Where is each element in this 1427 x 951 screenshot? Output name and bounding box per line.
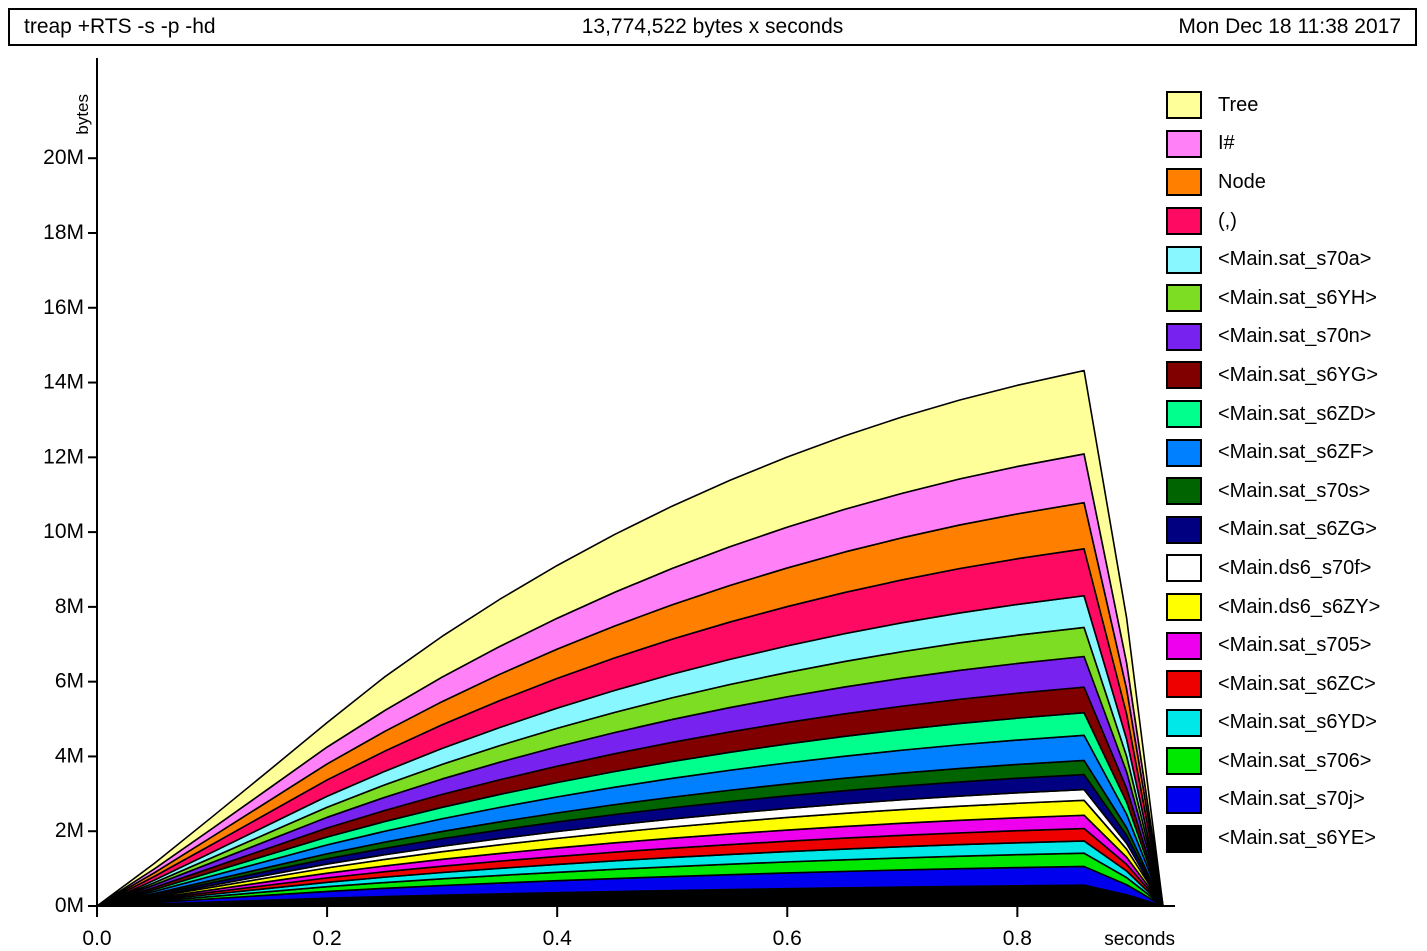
y-tick-label: 0M (55, 894, 84, 917)
legend-item[interactable]: <Main.sat_s6YD> (1166, 704, 1427, 743)
legend-swatch-icon (1166, 400, 1202, 429)
legend-item-label: <Main.sat_s6YD> (1218, 711, 1377, 734)
heap-profile-page: treap +RTS -s -p -hd 13,774,522 bytes x … (0, 0, 1427, 951)
legend-item[interactable]: <Main.sat_s6YG> (1166, 356, 1427, 395)
legend-swatch-icon (1166, 785, 1202, 814)
legend-item[interactable]: <Main.sat_s6ZF> (1166, 433, 1427, 472)
legend-item[interactable]: <Main.sat_s70a> (1166, 240, 1427, 279)
legend-swatch-icon (1166, 554, 1202, 583)
legend-item[interactable]: (,) (1166, 202, 1427, 241)
legend-item-label: <Main.sat_s6ZG> (1218, 518, 1377, 541)
legend-item[interactable]: Tree (1166, 86, 1427, 125)
legend-item-label: <Main.ds6_s6ZY> (1218, 595, 1381, 618)
x-tick-label: 0.4 (543, 927, 573, 950)
legend-item[interactable]: <Main.sat_s6ZD> (1166, 395, 1427, 434)
legend-swatch-icon (1166, 168, 1202, 197)
legend-item-label: <Main.sat_s6YE> (1218, 827, 1376, 850)
x-tick-label: 0.0 (82, 927, 111, 950)
legend-item-label: (,) (1218, 209, 1237, 232)
x-tick-label: 0.8 (1003, 927, 1032, 950)
header-total-label: 13,774,522 bytes x seconds (581, 15, 844, 38)
legend-item-label: <Main.sat_s6ZC> (1218, 672, 1376, 695)
legend-item[interactable]: I# (1166, 125, 1427, 164)
stacked-area-chart: 0M 2M 4M 6M 8M 10M 12M 14M 16M 18M 20M 0.0 0.2 0.4 0.6… (43, 58, 1175, 950)
legend-swatch-icon (1166, 245, 1202, 274)
legend-item-label: <Main.sat_s70j> (1218, 788, 1365, 811)
legend-item[interactable]: <Main.sat_s70s> (1166, 472, 1427, 511)
legend-item-label: Node (1218, 170, 1266, 193)
legend-swatch-icon (1166, 747, 1202, 776)
x-axis-title: seconds (1104, 929, 1175, 950)
legend-swatch-icon (1166, 824, 1202, 853)
legend-item[interactable]: Node (1166, 163, 1427, 202)
legend-item-label: <Main.sat_s6YG> (1218, 363, 1379, 386)
legend-item[interactable]: <Main.ds6_s6ZY> (1166, 588, 1427, 627)
legend-item-label: <Main.sat_s6YH> (1218, 286, 1377, 309)
x-tick-label: 0.6 (773, 927, 802, 950)
legend-item-label: <Main.sat_s706> (1218, 749, 1372, 772)
legend-swatch-icon (1166, 284, 1202, 313)
legend-swatch-icon (1166, 438, 1202, 467)
y-axis-title: bytes (73, 94, 92, 135)
legend: Tree I# Node (,) <Main.sat_s70a> <Main.sat_s6… (1166, 86, 1427, 858)
legend-item-label: I# (1218, 132, 1235, 155)
legend-swatch-icon (1166, 91, 1202, 120)
x-tick-label: 0.2 (312, 927, 341, 950)
legend-item[interactable]: <Main.sat_s705> (1166, 626, 1427, 665)
legend-swatch-icon (1166, 670, 1202, 699)
header-job-command: treap +RTS -s -p -hd (24, 15, 216, 38)
legend-item[interactable]: <Main.sat_s6YH> (1166, 279, 1427, 318)
legend-item-label: <Main.sat_s6ZD> (1218, 402, 1376, 425)
legend-item-label: Tree (1218, 93, 1259, 116)
legend-swatch-icon (1166, 515, 1202, 544)
y-tick-label: 20M (43, 146, 84, 169)
y-tick-label: 2M (55, 819, 84, 842)
legend-swatch-icon (1166, 322, 1202, 351)
y-tick-label: 10M (43, 520, 84, 543)
header-bar: treap +RTS -s -p -hd 13,774,522 bytes x … (8, 8, 1417, 46)
y-tick-label: 6M (55, 670, 84, 693)
y-tick-label: 12M (43, 445, 84, 468)
legend-item[interactable]: <Main.sat_s6ZG> (1166, 511, 1427, 550)
legend-swatch-icon (1166, 361, 1202, 390)
legend-swatch-icon (1166, 129, 1202, 158)
legend-swatch-icon (1166, 207, 1202, 236)
y-tick-label: 8M (55, 595, 84, 618)
legend-item[interactable]: <Main.sat_s70j> (1166, 781, 1427, 820)
y-tick-label: 14M (43, 371, 84, 394)
y-tick-label: 16M (43, 296, 84, 319)
legend-item-label: <Main.sat_s705> (1218, 634, 1372, 657)
legend-item[interactable]: <Main.sat_s6ZC> (1166, 665, 1427, 704)
legend-item-label: <Main.sat_s70s> (1218, 479, 1371, 502)
legend-item[interactable]: <Main.sat_s70n> (1166, 318, 1427, 357)
y-tick-label: 4M (55, 744, 84, 767)
legend-swatch-icon (1166, 631, 1202, 660)
legend-swatch-icon (1166, 708, 1202, 737)
legend-item-label: <Main.ds6_s70f> (1218, 556, 1372, 579)
legend-swatch-icon (1166, 593, 1202, 622)
legend-item[interactable]: <Main.ds6_s70f> (1166, 549, 1427, 588)
legend-item-label: <Main.sat_s70a> (1218, 248, 1372, 271)
legend-swatch-icon (1166, 477, 1202, 506)
plot-area: 0M 2M 4M 6M 8M 10M 12M 14M 16M 18M 20M 0.0 0.2 0.4 0.6… (0, 46, 1180, 951)
legend-item-label: <Main.sat_s6ZF> (1218, 441, 1374, 464)
header-date: Mon Dec 18 11:38 2017 (1178, 15, 1401, 38)
legend-item[interactable]: <Main.sat_s706> (1166, 742, 1427, 781)
y-tick-label: 18M (43, 221, 84, 244)
legend-item[interactable]: <Main.sat_s6YE> (1166, 819, 1427, 858)
legend-item-label: <Main.sat_s70n> (1218, 325, 1372, 348)
